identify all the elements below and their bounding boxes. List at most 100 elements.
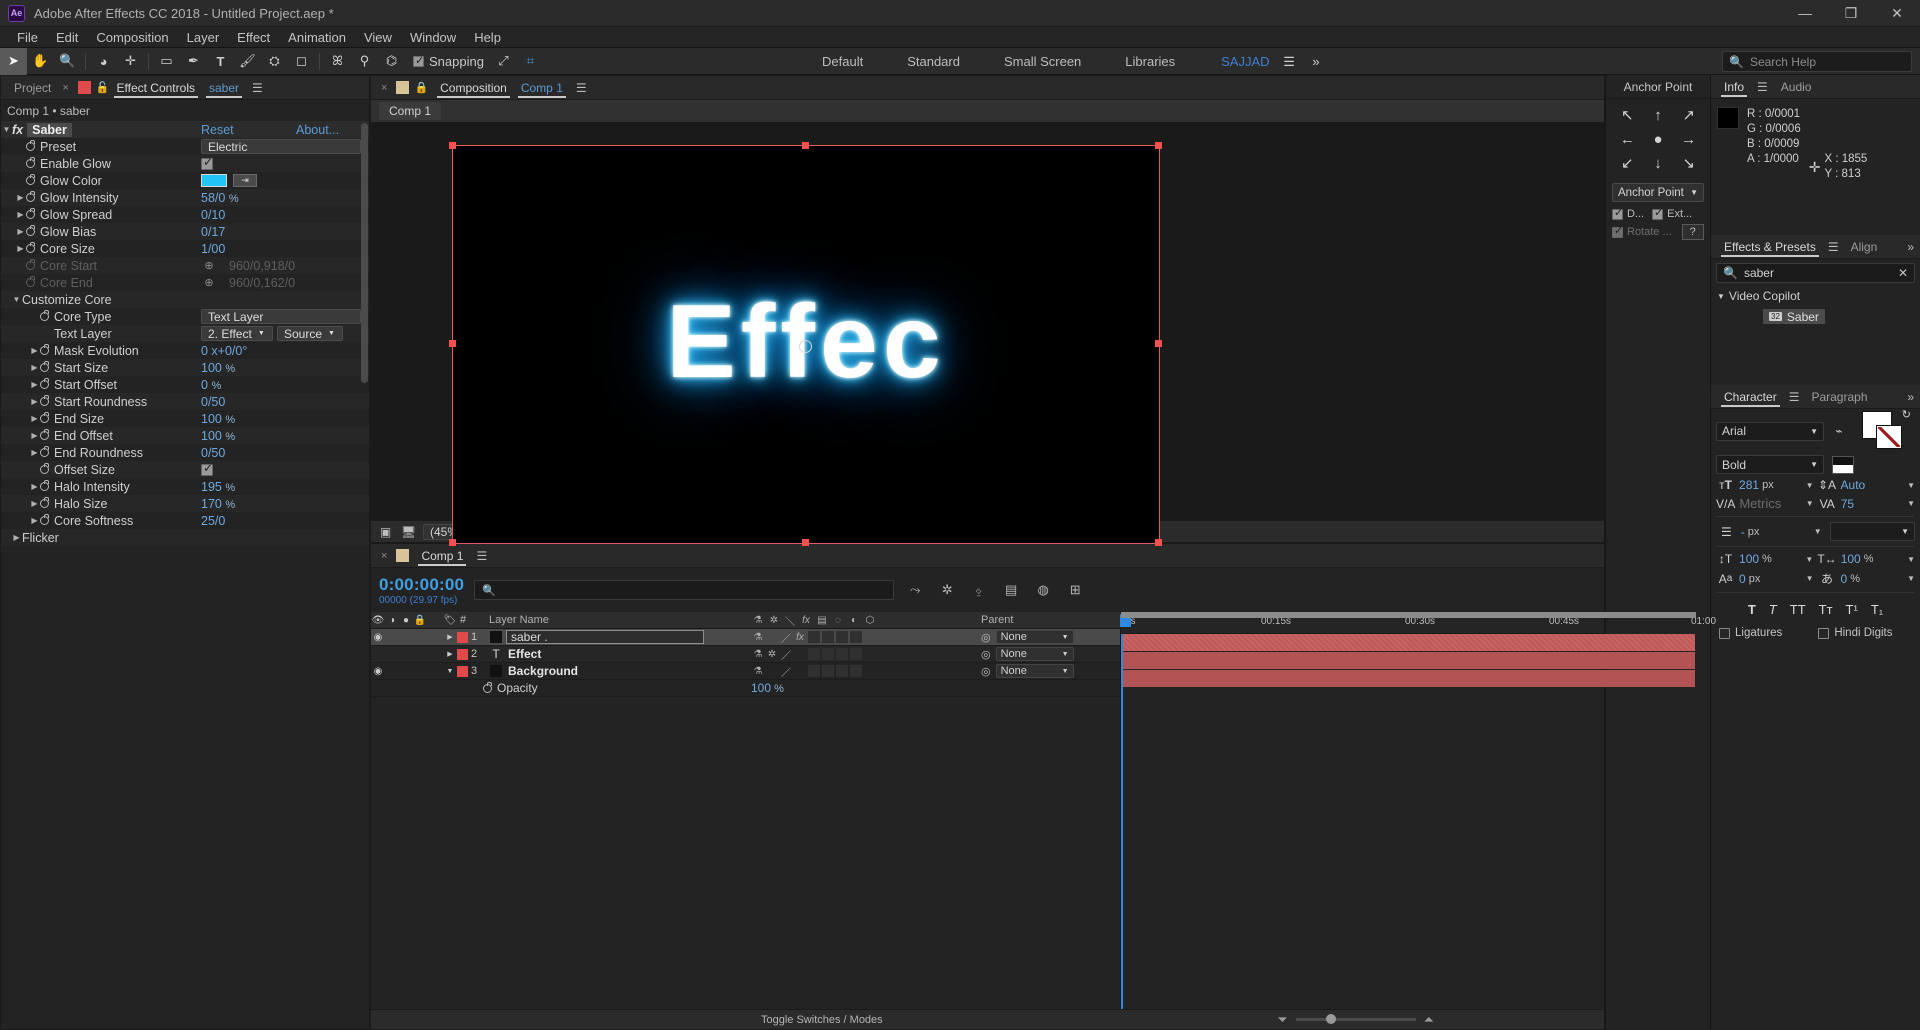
tab-timeline-comp[interactable]: Comp 1 (414, 544, 470, 568)
property-value[interactable]: 100 % (201, 361, 235, 375)
eyedropper-icon[interactable]: ⇥ (233, 174, 257, 187)
collapse-switch[interactable] (765, 664, 779, 678)
lock-icon[interactable]: 🔓 (96, 81, 110, 94)
layer-property-row[interactable]: Opacity 100 % (371, 680, 1120, 697)
workspace-menu-icon[interactable]: ☰ (1276, 48, 1303, 75)
account-name[interactable]: SAJJAD (1221, 54, 1269, 69)
roto-brush-tool-icon[interactable]: ꕤ (324, 48, 351, 75)
pan-behind-tool-icon[interactable]: ✛ (117, 48, 144, 75)
chevron-down-icon[interactable]: ▼ (1805, 555, 1813, 564)
effect-reset-button[interactable]: Reset (201, 123, 234, 137)
anchor-option-2-checkbox[interactable] (1652, 206, 1663, 220)
composition-viewer[interactable]: Effec (371, 122, 1604, 546)
effect-property-row[interactable]: ▶ End Roundness 0/50 (1, 444, 369, 461)
stopwatch-icon[interactable] (26, 191, 35, 202)
menu-view[interactable]: View (355, 27, 401, 48)
effects-group-video-copilot[interactable]: ▼ Video Copilot (1711, 287, 1920, 305)
stopwatch-icon[interactable] (26, 259, 35, 270)
effects-search-input[interactable]: 🔍 saber ✕ (1716, 263, 1915, 283)
maximize-button[interactable]: ❐ (1828, 0, 1874, 27)
font-family-select[interactable]: Arial ▼ (1716, 421, 1824, 441)
quality-switch[interactable]: ／ (779, 664, 793, 679)
selection-tool-icon[interactable]: ➤ (0, 47, 27, 75)
layer-bar-2[interactable] (1123, 652, 1695, 669)
small-caps-button[interactable]: Tᴛ (1819, 602, 1833, 617)
font-size-field[interactable]: 281 px ▼ (1739, 478, 1813, 492)
effect-name[interactable]: Saber (27, 122, 72, 137)
chevron-down-icon[interactable]: ▼ (1907, 555, 1915, 564)
panel-menu-icon[interactable]: ☰ (1823, 240, 1844, 254)
effect-property-row[interactable]: ▶ Core Softness 25/0 (1, 512, 369, 529)
layer-disclosure-icon[interactable]: ▶ (443, 633, 457, 641)
stopwatch-icon[interactable] (40, 429, 49, 440)
chevron-down-icon[interactable]: ▼ (1907, 481, 1915, 490)
property-disclosure-icon[interactable]: ▶ (15, 244, 26, 253)
eyedropper-icon[interactable]: ⌁ (1828, 424, 1850, 438)
type-tool-icon[interactable]: T (207, 48, 234, 75)
group-disclosure-icon[interactable]: ▼ (11, 295, 22, 304)
snap-grid-icon[interactable]: ⌗ (517, 48, 544, 75)
italic-button[interactable]: T (1769, 602, 1777, 617)
stopwatch-icon[interactable] (40, 344, 49, 355)
layer-label-color[interactable] (457, 665, 468, 677)
menu-composition[interactable]: Composition (87, 27, 177, 48)
property-disclosure-icon[interactable]: ▶ (29, 363, 40, 372)
close-button[interactable]: ✕ (1874, 0, 1920, 27)
tab-info[interactable]: Info (1717, 75, 1751, 99)
property-disclosure-icon[interactable]: ▶ (15, 210, 26, 219)
tab-effect-controls[interactable]: Effect Controls (110, 76, 202, 100)
parent-pickwhip-icon[interactable]: ◎ (981, 648, 991, 661)
property-checkbox[interactable] (201, 155, 213, 170)
property-value[interactable]: 0/50 (201, 446, 225, 460)
layer-bar-1[interactable] (1123, 634, 1695, 651)
property-disclosure-icon[interactable]: ▶ (29, 414, 40, 423)
anchor-center-icon[interactable]: ● (1643, 127, 1674, 151)
property-dropdown[interactable]: Electric (201, 139, 361, 154)
tab-paragraph[interactable]: Paragraph (1804, 385, 1874, 409)
stopwatch-icon[interactable] (26, 208, 35, 219)
shy-switch[interactable]: ⚗ (751, 647, 765, 661)
stopwatch-icon[interactable] (26, 174, 35, 185)
anchor-option-1-checkbox[interactable] (1612, 206, 1623, 220)
close-tab-icon[interactable]: × (58, 82, 72, 94)
timeline-search-input[interactable]: 🔍 (474, 580, 895, 600)
stopwatch-icon[interactable] (40, 378, 49, 389)
group-disclosure-icon[interactable]: ▶ (11, 533, 22, 542)
effect-controls-scrollbar[interactable] (361, 123, 368, 383)
effect-about-button[interactable]: About... (296, 123, 339, 137)
anchor-top-left-icon[interactable]: ↖ (1612, 103, 1643, 127)
leading-field[interactable]: Auto ▼ (1841, 478, 1915, 492)
shape-tool-icon[interactable]: ▭ (153, 48, 180, 75)
point-control-icon[interactable]: ⊕ (201, 259, 217, 272)
stroke-type-select[interactable]: ▼ (1829, 522, 1915, 541)
anchor-bottom-left-icon[interactable]: ↙ (1612, 151, 1643, 175)
menu-window[interactable]: Window (401, 27, 465, 48)
layer-visibility-toggle[interactable]: ◉ (371, 666, 385, 677)
menu-file[interactable]: File (8, 27, 47, 48)
stopwatch-icon[interactable] (40, 412, 49, 423)
property-disclosure-icon[interactable]: ▶ (29, 380, 40, 389)
effect-property-row[interactable]: ▶ End Size 100 % (1, 410, 369, 427)
property-value[interactable]: 960/0,918/0 (229, 259, 295, 273)
anchor-top-right-icon[interactable]: ↗ (1673, 103, 1704, 127)
clone-stamp-tool-icon[interactable]: ⛭ (261, 48, 288, 75)
tracking-field[interactable]: 75 ▼ (1841, 497, 1915, 511)
anchor-rotate-checkbox[interactable] (1612, 224, 1623, 238)
chevron-down-icon[interactable]: ▼ (1806, 499, 1814, 508)
frame-blend-switch[interactable] (807, 664, 821, 678)
collapse-switch[interactable] (765, 630, 779, 644)
table-row[interactable]: ◉ ▼ 3 Background ⚗ ／ ◎ None ▼ (371, 663, 1120, 680)
stroke-width-field[interactable]: - px ▼ (1741, 525, 1822, 539)
tab-composition[interactable]: Composition (433, 76, 514, 100)
motion-blur-switch[interactable] (821, 647, 835, 661)
effect-property-row[interactable]: · Text Layer 2. Effect ▼ Source ▼ (1, 325, 369, 342)
anchor-bottom-center-icon[interactable]: ↓ (1643, 151, 1674, 175)
chevron-down-icon[interactable]: ▼ (1814, 527, 1822, 536)
property-disclosure-icon[interactable]: ▶ (29, 397, 40, 406)
property-disclosure-icon[interactable]: ▶ (15, 193, 26, 202)
property-disclosure-icon[interactable]: ▶ (29, 499, 40, 508)
anchor-top-center-icon[interactable]: ↑ (1643, 103, 1674, 127)
parent-pickwhip-icon[interactable]: ◎ (981, 631, 991, 644)
workspace-overflow-icon[interactable]: » (1303, 48, 1330, 75)
menu-animation[interactable]: Animation (279, 27, 355, 48)
